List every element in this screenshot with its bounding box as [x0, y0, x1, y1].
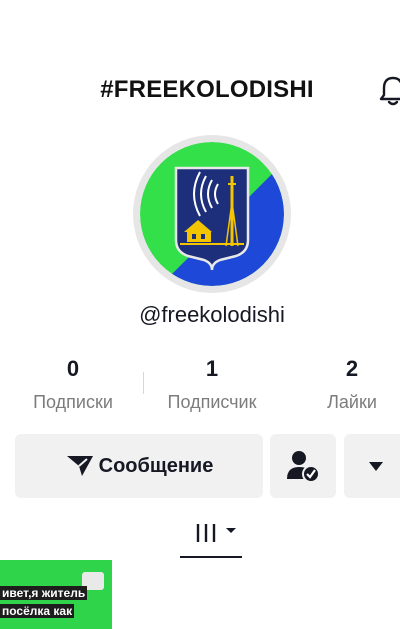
grid-icon[interactable] [196, 522, 242, 549]
shield-emblem-icon [174, 166, 250, 271]
video-thumbnail[interactable]: ивет,я житель посёлка как [0, 560, 112, 629]
stat-following[interactable]: 0 Подписки [8, 356, 138, 413]
stat-label: Лайки [327, 392, 377, 412]
page-title: #FREEKOLODISHI [100, 76, 314, 103]
send-icon [66, 456, 93, 476]
stat-label: Подписчик [167, 392, 257, 412]
content-tabs [0, 508, 400, 560]
stat-value: 0 [66, 356, 80, 381]
chevron-down-icon [369, 462, 383, 471]
stat-likes[interactable]: 2 Лайки [287, 356, 400, 413]
active-tab-indicator [180, 556, 242, 558]
profile-handle: @freekolodishi [139, 302, 285, 327]
bell-icon[interactable] [378, 72, 400, 108]
message-button-label: Сообщение [98, 454, 214, 477]
profile-header: #FREEKOLODISHI [0, 0, 400, 130]
more-button[interactable] [344, 434, 400, 498]
stat-value: 1 [205, 356, 219, 381]
avatar[interactable] [140, 142, 284, 286]
caption-line: ивет,я житель [0, 586, 88, 600]
stat-label: Подписки [33, 392, 113, 412]
stat-value: 2 [345, 356, 359, 381]
message-button[interactable]: Сообщение [15, 434, 263, 498]
stat-followers[interactable]: 1 Подписчик [147, 356, 277, 413]
caption-line: посёлка как [0, 604, 75, 618]
user-check-icon [287, 451, 320, 483]
following-button[interactable] [270, 434, 336, 498]
video-caption: ивет,я житель посёлка как [0, 584, 112, 620]
stat-divider [143, 372, 144, 394]
